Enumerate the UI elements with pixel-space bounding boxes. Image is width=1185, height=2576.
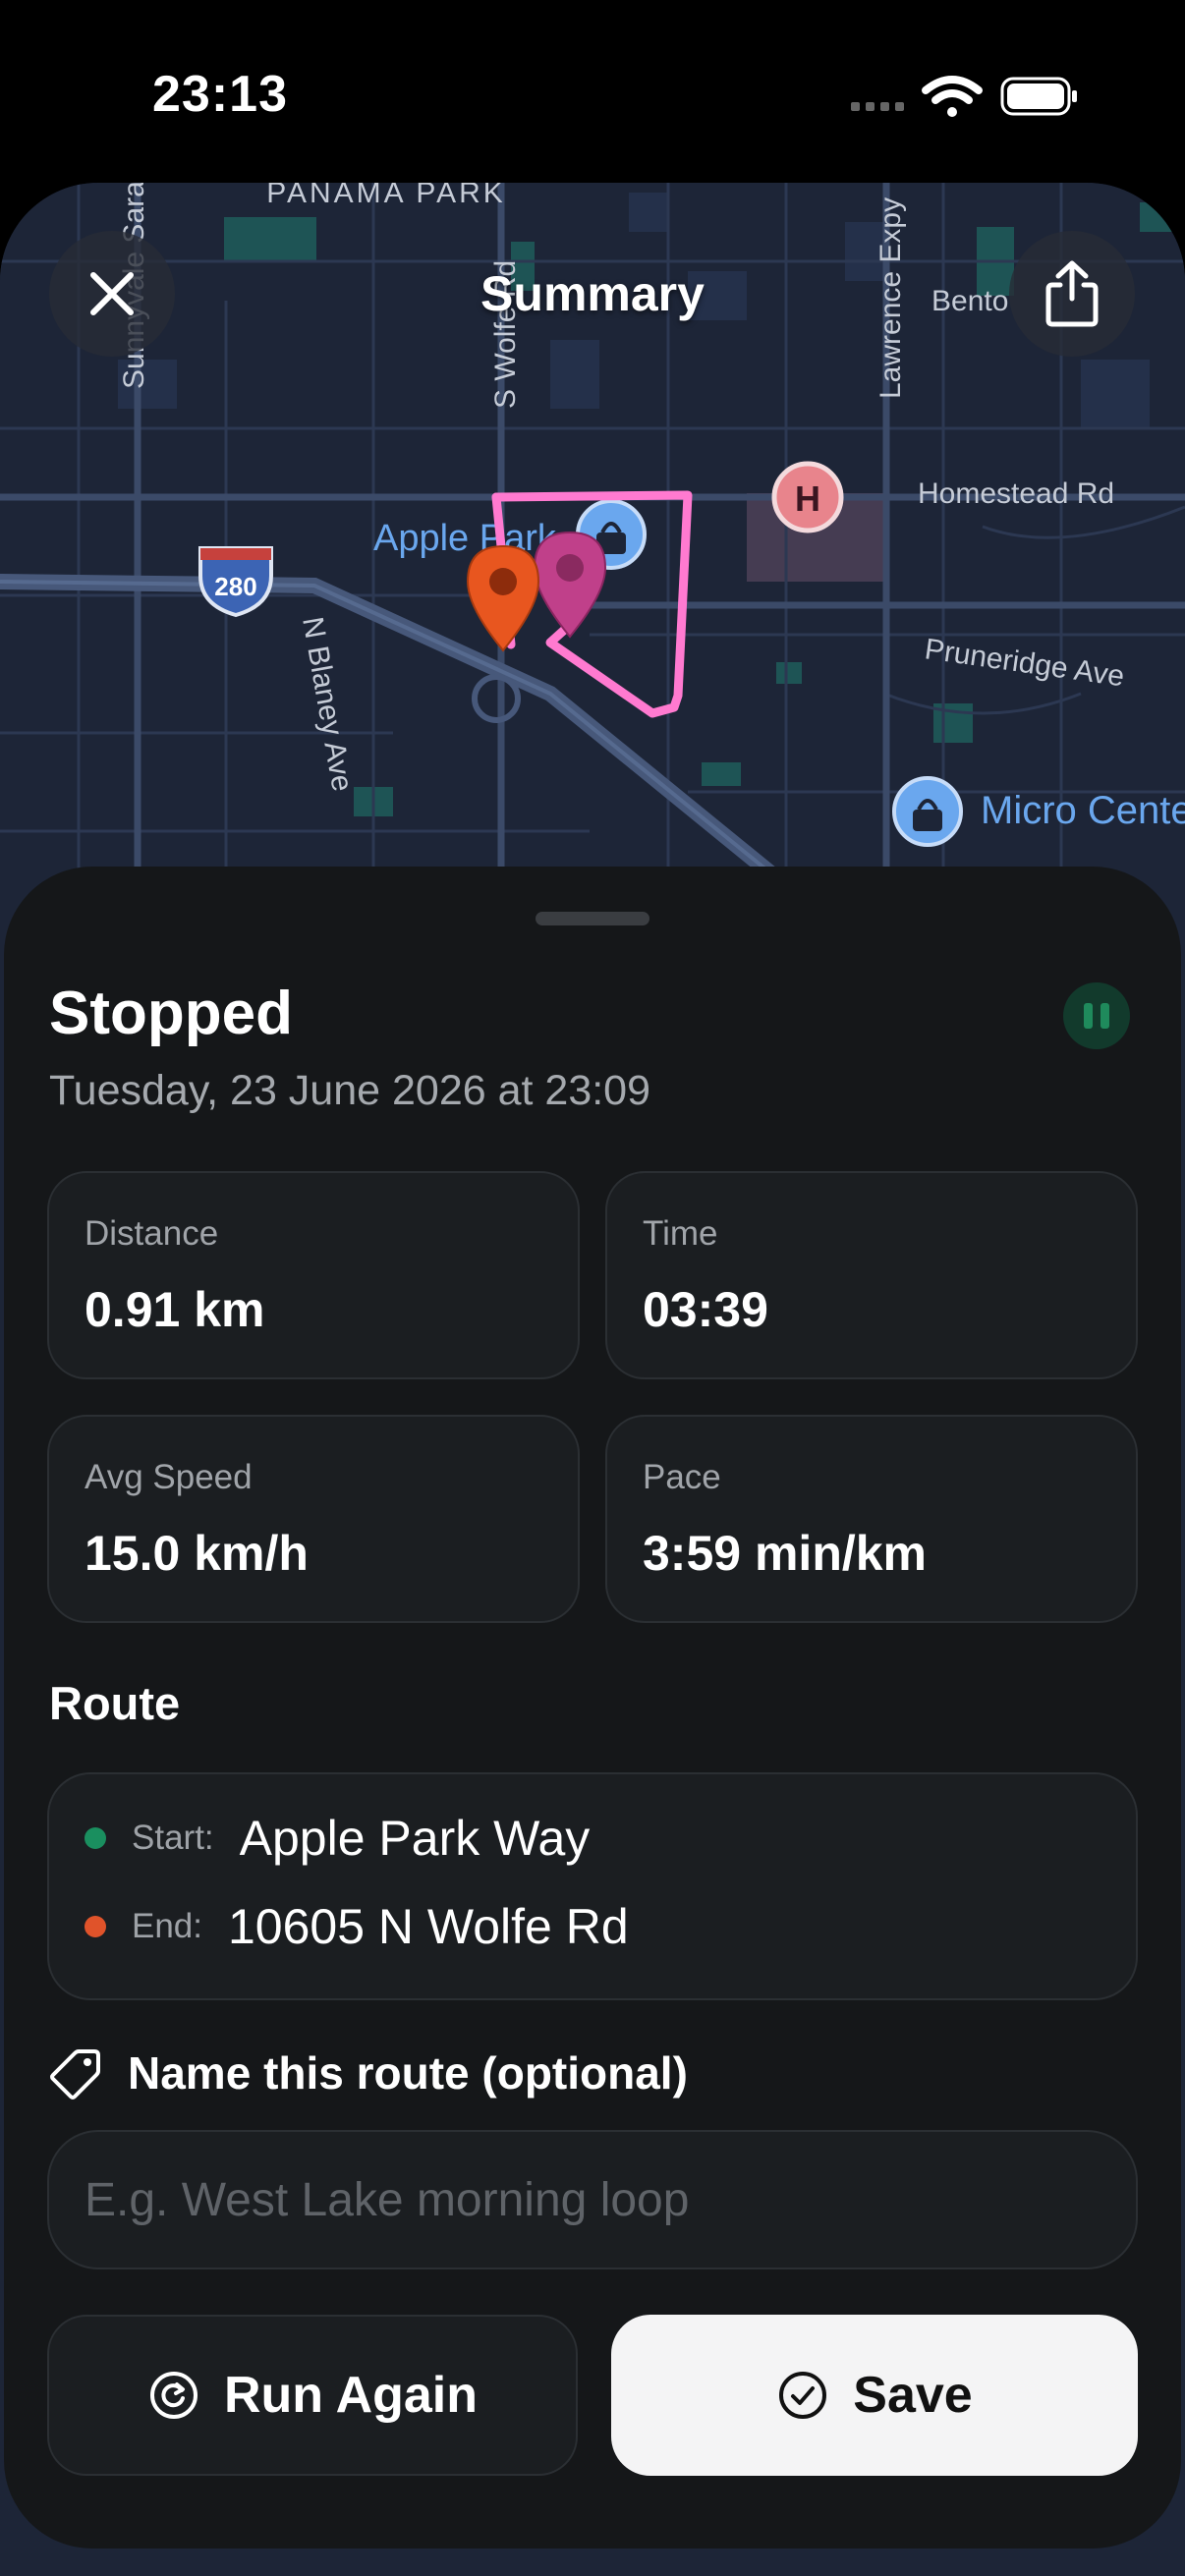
- summary-sheet: Stopped Tuesday, 23 June 2026 at 23:09 D…: [4, 867, 1181, 2548]
- stat-card-time: Time 03:39: [605, 1171, 1138, 1379]
- page-title: Summary: [480, 266, 705, 321]
- svg-text:280: 280: [214, 572, 256, 601]
- hospital-marker-icon[interactable]: H: [771, 461, 844, 533]
- start-dot-icon: [85, 1827, 106, 1849]
- paused-status-badge: [1063, 982, 1130, 1049]
- stat-value: 15.0 km/h: [85, 1526, 309, 1581]
- route-card: Start: Apple Park Way End: 10605 N Wolfe…: [47, 1772, 1138, 2000]
- end-dot-icon: [85, 1916, 106, 1937]
- route-end-label: End:: [132, 1907, 202, 1945]
- stat-card-avg-speed: Avg Speed 15.0 km/h: [47, 1415, 580, 1623]
- stat-label: Avg Speed: [85, 1458, 253, 1496]
- status-icons: [847, 69, 1083, 124]
- map-label-micro-center: Micro Center: [981, 789, 1185, 832]
- svg-text:H: H: [795, 478, 820, 519]
- route-start-row: Start: Apple Park Way: [85, 1810, 590, 1867]
- wifi-icon: [922, 76, 983, 117]
- checkmark-circle-icon: [779, 2372, 827, 2419]
- sheet-grabber[interactable]: [536, 912, 649, 925]
- share-button[interactable]: [1009, 231, 1135, 357]
- map-label-panama-park: PANAMA PARK: [266, 183, 506, 209]
- stat-label: Time: [643, 1214, 718, 1253]
- run-date: Tuesday, 23 June 2026 at 23:09: [49, 1067, 651, 1114]
- route-start-label: Start:: [132, 1819, 214, 1857]
- save-button[interactable]: Save: [611, 2315, 1138, 2476]
- share-icon: [1045, 260, 1099, 327]
- battery-icon: [1000, 77, 1077, 116]
- run-again-button[interactable]: Run Again: [47, 2315, 578, 2476]
- map-label-apple-park: Apple Park: [373, 518, 557, 559]
- stat-card-pace: Pace 3:59 min/km: [605, 1415, 1138, 1623]
- run-again-icon: [149, 2372, 198, 2419]
- run-status-title: Stopped: [49, 980, 293, 1047]
- route-start-value: Apple Park Way: [239, 1811, 591, 1866]
- stat-label: Distance: [85, 1214, 219, 1253]
- stat-label: Pace: [643, 1458, 721, 1496]
- stat-value: 0.91 km: [85, 1282, 265, 1337]
- name-route-label: Name this route (optional): [128, 2047, 688, 2099]
- cellular-signal-icon: [851, 102, 904, 111]
- dynamic-island: [405, 35, 780, 145]
- route-name-input[interactable]: [47, 2130, 1138, 2269]
- summary-screen: 23:13 PANAMA PARK S Wolfe Rd Lawrence Ex…: [0, 0, 1185, 2576]
- stat-value: 03:39: [643, 1282, 768, 1337]
- map-label-homestead-rd: Homestead Rd: [918, 477, 1114, 510]
- name-route-row: Name this route (optional): [49, 2045, 688, 2100]
- stat-card-distance: Distance 0.91 km: [47, 1171, 580, 1379]
- pause-icon: [1084, 1003, 1093, 1029]
- stat-value: 3:59 min/km: [643, 1526, 928, 1581]
- route-end-row: End: 10605 N Wolfe Rd: [85, 1898, 629, 1955]
- tag-icon: [50, 2049, 100, 2100]
- status-bar: 23:13: [0, 0, 1185, 187]
- route-end-value: 10605 N Wolfe Rd: [228, 1899, 629, 1954]
- status-time: 23:13: [152, 66, 288, 123]
- run-again-label: Run Again: [223, 2367, 479, 2424]
- save-label: Save: [853, 2367, 973, 2424]
- shopping-bag-marker-icon[interactable]: [892, 776, 963, 847]
- route-heading: Route: [49, 1677, 181, 1729]
